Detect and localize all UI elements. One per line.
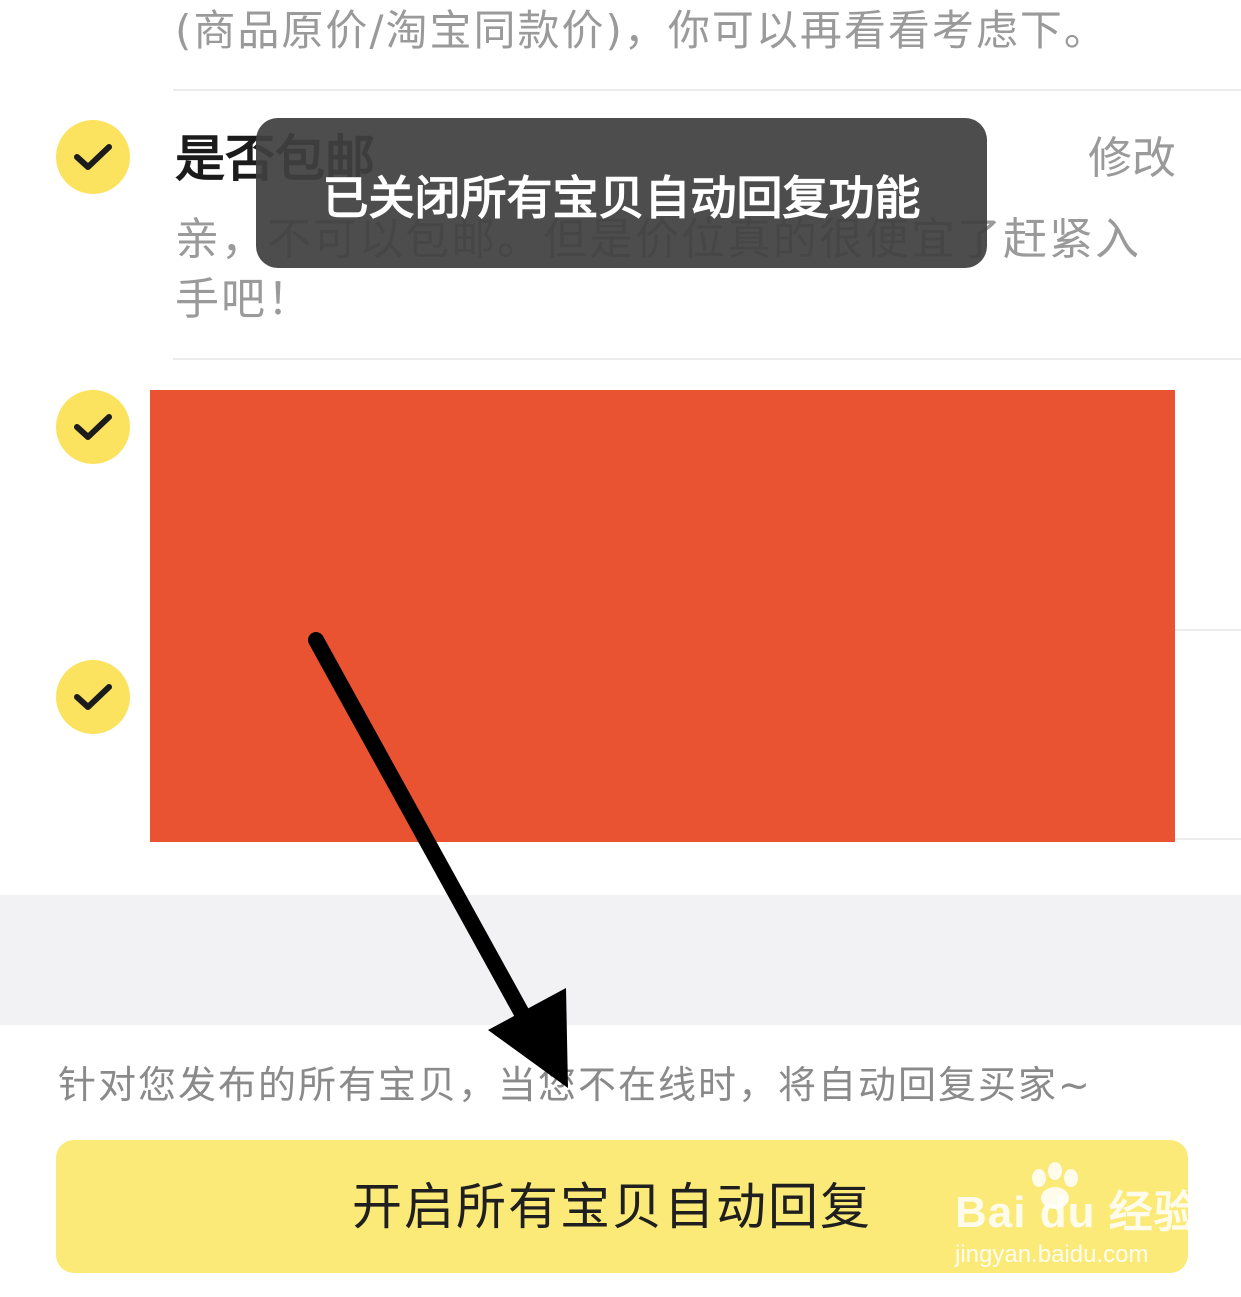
- arrow-annotation: [308, 632, 568, 1088]
